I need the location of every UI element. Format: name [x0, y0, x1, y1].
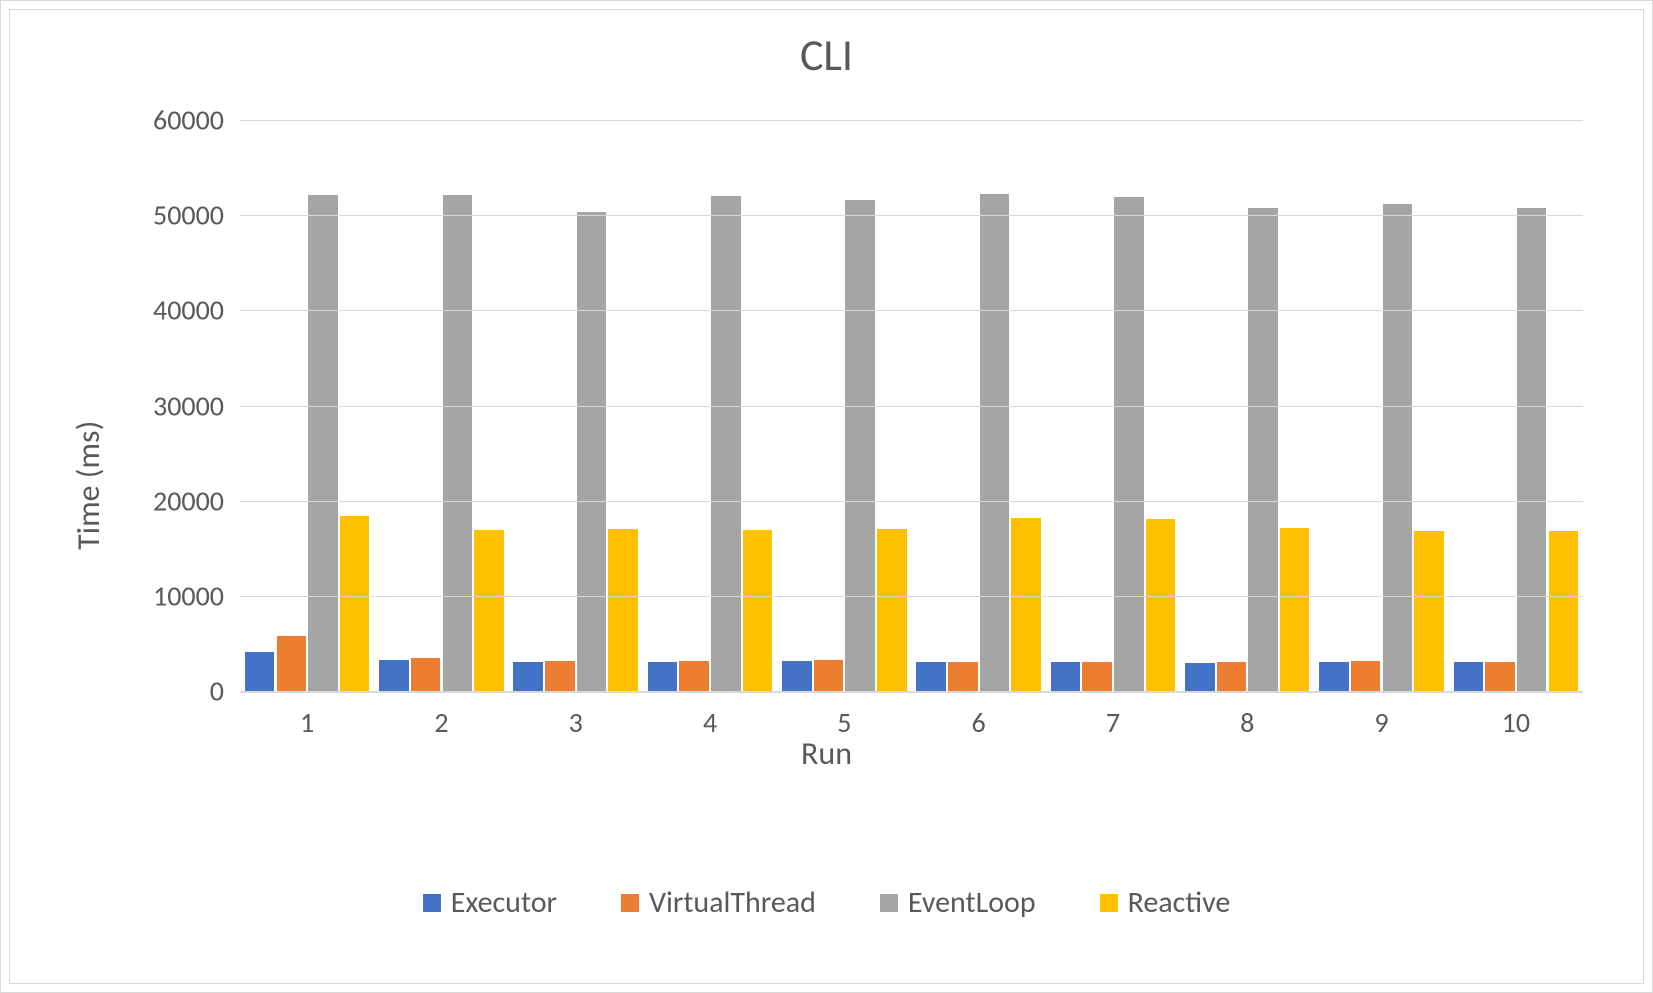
bar-reactive — [1414, 531, 1444, 691]
legend-swatch-icon — [423, 894, 441, 912]
bar-virtualthread — [1351, 661, 1381, 691]
bar-reactive — [1549, 531, 1579, 691]
bar-executor — [379, 660, 409, 691]
bar-virtualthread — [277, 636, 307, 691]
bar-virtualthread — [679, 661, 709, 691]
gridline — [240, 596, 1583, 597]
y-tick-label: 60000 — [153, 103, 224, 138]
y-tick-label: 20000 — [153, 483, 224, 518]
y-axis-label: Time (ms) — [69, 420, 108, 549]
bar-executor — [1319, 662, 1349, 691]
y-tick-label: 30000 — [153, 388, 224, 423]
bar-executor — [782, 661, 812, 691]
bar-executor — [1051, 662, 1081, 692]
gridline — [240, 215, 1583, 216]
y-tick-label: 10000 — [153, 578, 224, 613]
gridline — [240, 406, 1583, 407]
legend-item-virtualthread: VirtualThread — [621, 884, 816, 921]
legend-swatch-icon — [880, 894, 898, 912]
x-axis-label: Run — [10, 734, 1643, 773]
gridline — [240, 120, 1583, 121]
bar-reactive — [1011, 518, 1041, 691]
bar-executor — [648, 662, 678, 692]
y-tick-label: 40000 — [153, 293, 224, 328]
bar-reactive — [743, 530, 773, 691]
bar-executor — [1185, 663, 1215, 691]
bar-virtualthread — [1485, 662, 1515, 692]
legend-label: Reactive — [1128, 884, 1231, 921]
bar-virtualthread — [948, 662, 978, 692]
legend-label: EventLoop — [908, 884, 1036, 921]
bar-virtualthread — [545, 661, 575, 691]
legend-label: Executor — [451, 884, 557, 921]
chart-inner: CLI Time (ms) 12345678910 01000020000300… — [9, 9, 1644, 984]
bar-executor — [916, 662, 946, 692]
legend-item-eventloop: EventLoop — [880, 884, 1036, 921]
bar-executor — [245, 652, 275, 691]
bar-eventloop — [443, 195, 473, 691]
chart-title: CLI — [10, 28, 1643, 82]
bar-executor — [1454, 662, 1484, 692]
bar-reactive — [877, 529, 907, 691]
legend-label: VirtualThread — [649, 884, 816, 921]
y-tick-label: 50000 — [153, 198, 224, 233]
gridline — [240, 501, 1583, 502]
bar-virtualthread — [1082, 662, 1112, 692]
bar-eventloop — [711, 196, 741, 691]
bar-eventloop — [1517, 208, 1547, 691]
legend-item-reactive: Reactive — [1100, 884, 1231, 921]
bar-eventloop — [980, 194, 1010, 691]
bar-reactive — [340, 516, 370, 691]
bar-eventloop — [1248, 208, 1278, 691]
legend: Executor VirtualThread EventLoop Reactive — [10, 884, 1643, 921]
gridline — [240, 310, 1583, 311]
bar-virtualthread — [814, 660, 844, 691]
bar-eventloop — [1383, 204, 1413, 691]
legend-swatch-icon — [1100, 894, 1118, 912]
legend-item-executor: Executor — [423, 884, 557, 921]
bar-eventloop — [308, 195, 338, 691]
bar-reactive — [608, 529, 638, 691]
y-tick-label: 0 — [210, 674, 224, 709]
chart-frame: CLI Time (ms) 12345678910 01000020000300… — [0, 0, 1653, 993]
bar-virtualthread — [1217, 662, 1247, 692]
bar-virtualthread — [411, 658, 441, 691]
plot-area: 12345678910 0100002000030000400005000060… — [240, 120, 1583, 693]
bar-eventloop — [1114, 197, 1144, 691]
bar-executor — [513, 662, 543, 692]
bar-reactive — [474, 530, 504, 691]
legend-swatch-icon — [621, 894, 639, 912]
bar-reactive — [1146, 519, 1176, 691]
bar-eventloop — [845, 200, 875, 691]
bar-eventloop — [577, 212, 607, 691]
bar-reactive — [1280, 528, 1310, 691]
